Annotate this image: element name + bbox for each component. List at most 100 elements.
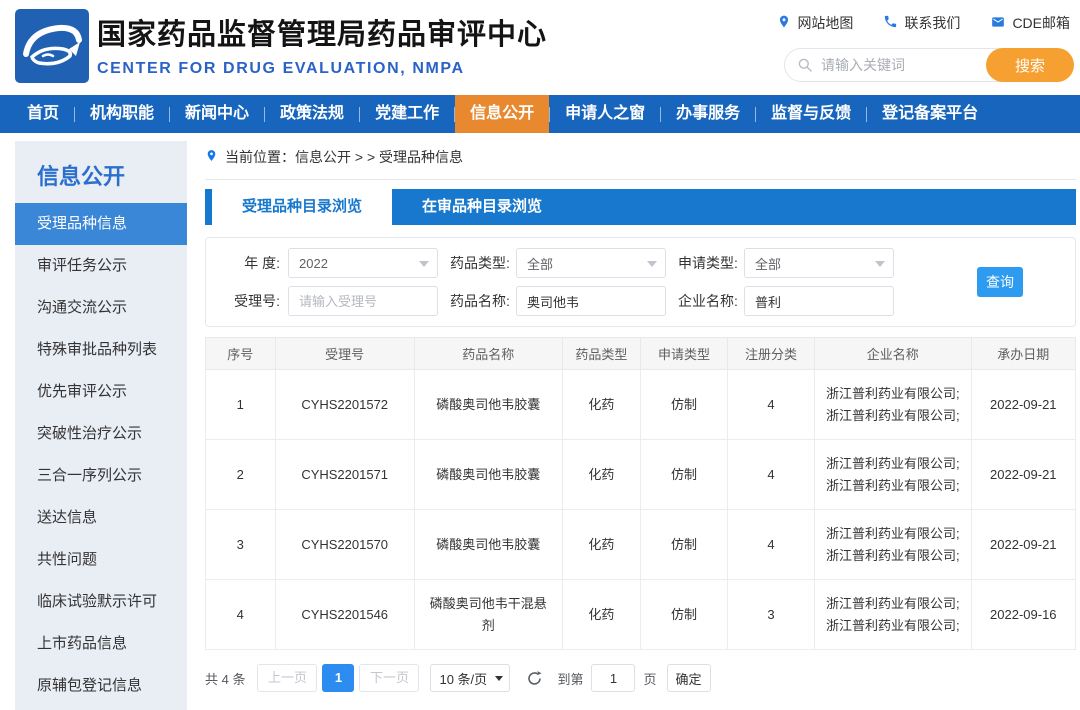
nav-item-supervision-feedback[interactable]: 监督与反馈 <box>756 95 866 133</box>
sidebar-item-delivery-info[interactable]: 送达信息 <box>15 497 187 539</box>
cell-drug-name: 磷酸奥司他韦胶囊 <box>414 440 562 510</box>
tab-under-review-catalog[interactable]: 在审品种目录浏览 <box>392 189 572 225</box>
nav-item-info-disclosure[interactable]: 信息公开 <box>455 95 549 133</box>
body: 信息公开 受理品种信息 审评任务公示 沟通交流公示 特殊审批品种列表 优先审评公… <box>0 133 1080 710</box>
prev-page-button[interactable]: 上一页 <box>257 664 317 692</box>
drug-name-field: 药品名称: <box>450 286 678 316</box>
apply-type-field: 申请类型: 全部 <box>678 248 906 278</box>
cell-company: 浙江普利药业有限公司;浙江普利药业有限公司; <box>814 440 971 510</box>
pagination: 共 4 条 上一页 1 下一页 10 条/页 到第 页 确定 <box>205 664 1076 692</box>
mailbox-label: CDE邮箱 <box>1012 13 1070 33</box>
year-select[interactable]: 2022 <box>288 248 438 278</box>
col-reg-class: 注册分类 <box>727 338 814 370</box>
page-size-value: 10 条/页 <box>439 669 487 688</box>
cell-accept-no: CYHS2201570 <box>275 510 414 580</box>
cell-accept-no: CYHS2201571 <box>275 440 414 510</box>
sidebar-item-clinical-trial-license[interactable]: 临床试验默示许可 <box>15 581 187 623</box>
cell-drug-type: 化药 <box>562 440 640 510</box>
sidebar-item-priority-review[interactable]: 优先审评公示 <box>15 371 187 413</box>
cell-date: 2022-09-21 <box>971 440 1075 510</box>
site-title: 国家药品监督管理局药品审评中心 <box>97 11 547 53</box>
year-label: 年 度: <box>222 253 288 273</box>
search-input[interactable] <box>813 57 986 73</box>
accept-no-field: 受理号: <box>222 286 450 316</box>
cell-drug-name: 磷酸奥司他韦干混悬剂 <box>414 580 562 650</box>
table-header-row: 序号 受理号 药品名称 药品类型 申请类型 注册分类 企业名称 承办日期 <box>206 338 1076 370</box>
cell-apply-type: 仿制 <box>640 440 727 510</box>
cell-apply-type: 仿制 <box>640 510 727 580</box>
table-row: 2 CYHS2201571 磷酸奥司他韦胶囊 化药 仿制 4 浙江普利药业有限公… <box>206 440 1076 510</box>
contact-link[interactable]: 联系我们 <box>883 13 960 33</box>
apply-type-select[interactable]: 全部 <box>744 248 894 278</box>
results-table: 序号 受理号 药品名称 药品类型 申请类型 注册分类 企业名称 承办日期 1 C… <box>205 337 1076 650</box>
sidebar-item-three-in-one[interactable]: 三合一序列公示 <box>15 455 187 497</box>
page-size-select[interactable]: 10 条/页 <box>430 664 510 692</box>
nav-item-applicant-window[interactable]: 申请人之窗 <box>550 95 660 133</box>
goto-page-input[interactable] <box>591 664 635 692</box>
breadcrumb-text: 当前位置：信息公开 > > 受理品种信息 <box>225 147 463 167</box>
col-date: 承办日期 <box>971 338 1075 370</box>
cell-drug-type: 化药 <box>562 370 640 440</box>
sidebar-item-excipient-registration[interactable]: 原辅包登记信息 <box>15 665 187 707</box>
chevron-down-icon <box>419 261 429 267</box>
nav-item-news[interactable]: 新闻中心 <box>170 95 264 133</box>
cell-company: 浙江普利药业有限公司;浙江普利药业有限公司; <box>814 580 971 650</box>
search-icon <box>797 57 813 73</box>
sidebar-item-common-issues[interactable]: 共性问题 <box>15 539 187 581</box>
page: 国家药品监督管理局药品审评中心 CENTER FOR DRUG EVALUATI… <box>0 0 1080 710</box>
drug-type-field: 药品类型: 全部 <box>450 248 678 278</box>
tab-accepted-catalog[interactable]: 受理品种目录浏览 <box>212 189 392 225</box>
next-page-button[interactable]: 下一页 <box>359 664 419 692</box>
confirm-button[interactable]: 确定 <box>667 664 711 692</box>
col-drug-name: 药品名称 <box>414 338 562 370</box>
mailbox-link[interactable]: CDE邮箱 <box>990 13 1070 33</box>
cell-drug-name: 磷酸奥司他韦胶囊 <box>414 510 562 580</box>
company-input[interactable] <box>744 286 894 316</box>
drug-name-input[interactable] <box>516 286 666 316</box>
sitemap-label: 网站地图 <box>797 13 853 33</box>
map-pin-icon <box>777 14 791 32</box>
table-row: 3 CYHS2201570 磷酸奥司他韦胶囊 化药 仿制 4 浙江普利药业有限公… <box>206 510 1076 580</box>
search-button[interactable]: 搜索 <box>986 48 1074 82</box>
cell-company: 浙江普利药业有限公司;浙江普利药业有限公司; <box>814 370 971 440</box>
accept-no-input[interactable] <box>288 286 438 316</box>
page-number-1[interactable]: 1 <box>322 664 354 692</box>
year-field: 年 度: 2022 <box>222 248 450 278</box>
title-block: 国家药品监督管理局药品审评中心 CENTER FOR DRUG EVALUATI… <box>97 11 547 78</box>
goto-label: 到第 <box>557 669 583 688</box>
sidebar-item-accepted-varieties[interactable]: 受理品种信息 <box>15 203 187 245</box>
sidebar-item-review-tasks[interactable]: 审评任务公示 <box>15 245 187 287</box>
company-field: 企业名称: <box>678 286 906 316</box>
cell-seq: 3 <box>206 510 276 580</box>
sidebar-item-special-approval-list[interactable]: 特殊审批品种列表 <box>15 329 187 371</box>
tab-bar: 受理品种目录浏览 在审品种目录浏览 <box>205 189 1076 225</box>
refresh-icon[interactable] <box>526 670 543 687</box>
cell-reg-class: 3 <box>727 580 814 650</box>
sitemap-link[interactable]: 网站地图 <box>777 13 853 33</box>
cell-date: 2022-09-21 <box>971 370 1075 440</box>
nav-item-party-building[interactable]: 党建工作 <box>360 95 454 133</box>
sidebar-item-marketed-drugs[interactable]: 上市药品信息 <box>15 623 187 665</box>
drug-type-select[interactable]: 全部 <box>516 248 666 278</box>
nav-item-policies[interactable]: 政策法规 <box>265 95 359 133</box>
col-drug-type: 药品类型 <box>562 338 640 370</box>
sidebar-item-breakthrough-therapy[interactable]: 突破性治疗公示 <box>15 413 187 455</box>
search-bar: 搜索 <box>784 48 1074 82</box>
filter-panel: 年 度: 2022 药品类型: 全部 申请类 <box>205 237 1076 327</box>
drug-type-value: 全部 <box>527 254 553 273</box>
nav-item-registration-platform[interactable]: 登记备案平台 <box>867 95 993 133</box>
nav-item-functions[interactable]: 机构职能 <box>75 95 169 133</box>
main-content: 当前位置：信息公开 > > 受理品种信息 受理品种目录浏览 在审品种目录浏览 年… <box>205 141 1076 710</box>
accept-no-label: 受理号: <box>222 291 288 311</box>
mail-icon <box>990 15 1006 32</box>
phone-icon <box>883 14 898 32</box>
sidebar-item-communication[interactable]: 沟通交流公示 <box>15 287 187 329</box>
company-label: 企业名称: <box>678 291 744 311</box>
goto-unit-label: 页 <box>643 669 656 688</box>
nav-item-services[interactable]: 办事服务 <box>661 95 755 133</box>
nav-item-home[interactable]: 首页 <box>12 95 74 133</box>
year-value: 2022 <box>299 256 328 271</box>
sidebar-title: 信息公开 <box>15 141 187 203</box>
cell-seq: 1 <box>206 370 276 440</box>
query-button[interactable]: 查询 <box>977 267 1023 297</box>
